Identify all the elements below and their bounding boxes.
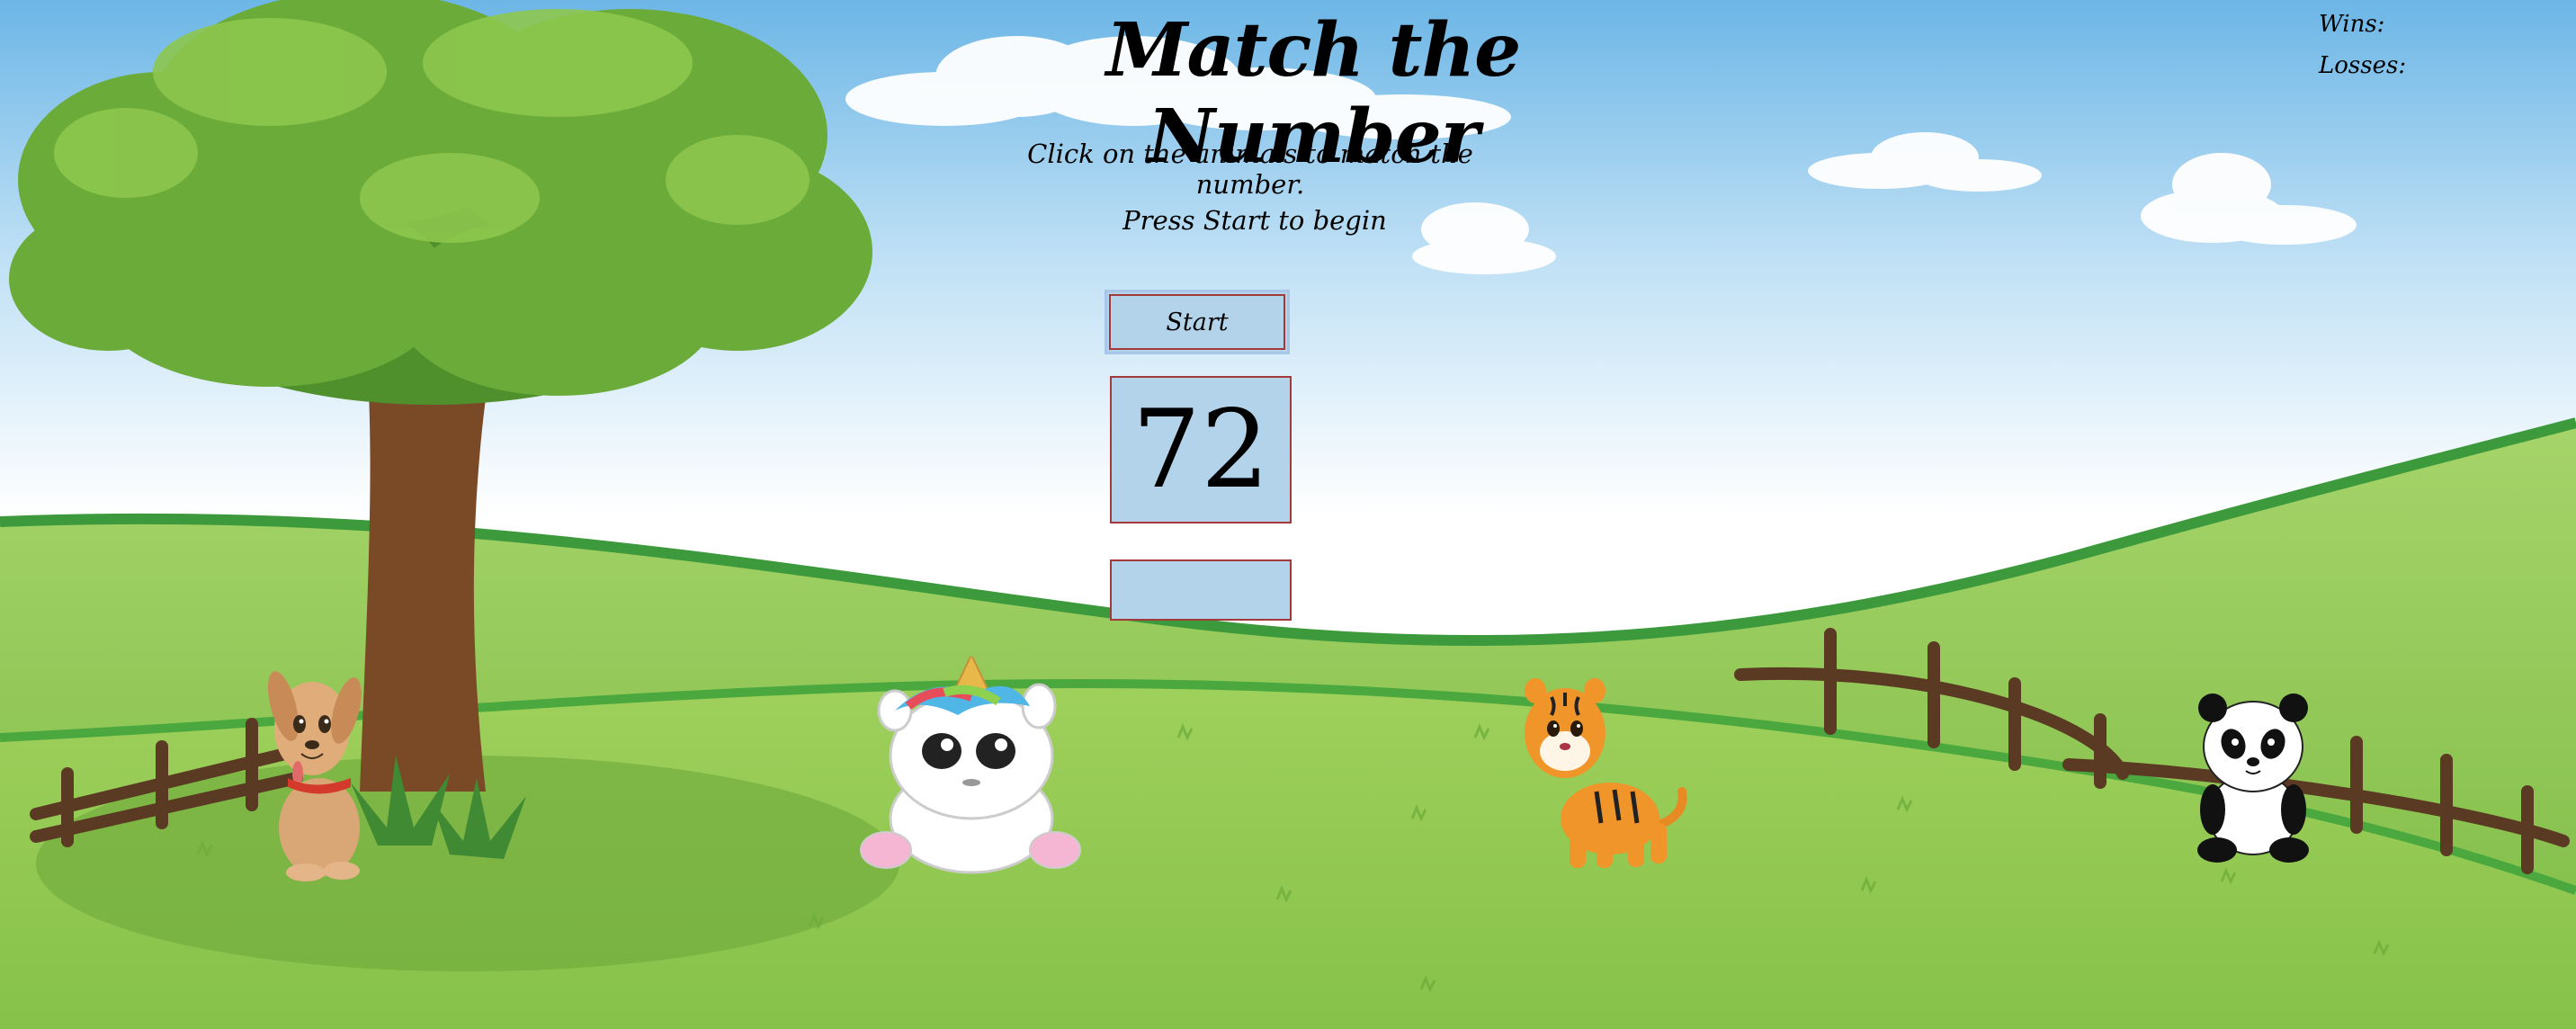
puppy-button[interactable] [256,657,373,881]
target-number-display: 72 [1110,376,1292,523]
instructions-text: Click on the animals to match the number… [1027,139,1473,200]
tiger-icon [1525,678,1687,868]
tiger-button[interactable] [1525,666,1691,872]
start-button[interactable]: Start [1105,290,1290,354]
unicorn-icon [860,652,1081,874]
start-prompt: Press Start to begin [1123,205,1387,236]
unicorn-button[interactable] [859,652,1084,877]
panda-button[interactable] [2190,688,2316,863]
losses-label: Losses: [2319,52,2407,79]
puppy-icon [267,671,362,881]
panda-icon [2197,693,2309,863]
user-score-display [1110,559,1292,621]
wins-label: Wins: [2319,11,2385,38]
